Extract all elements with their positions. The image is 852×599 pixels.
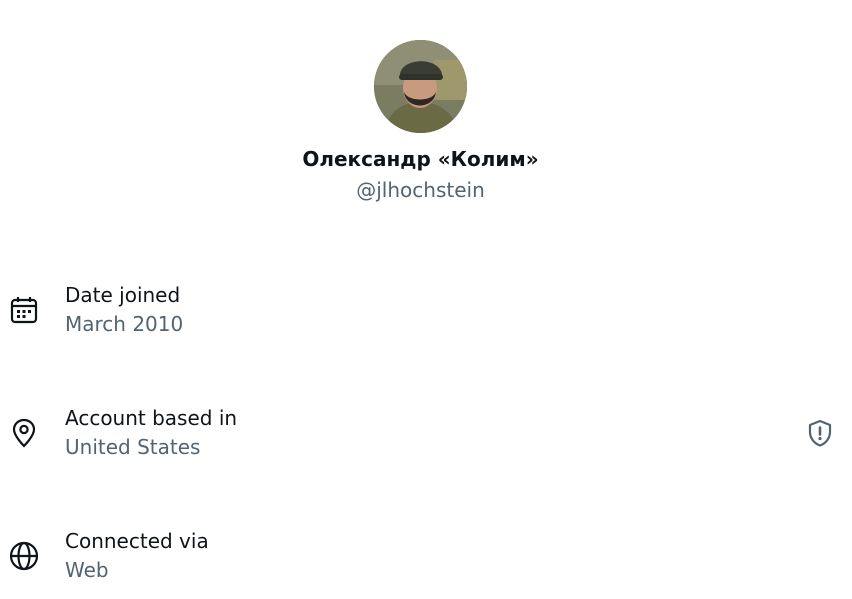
- connected-via-row: Connected via Web: [0, 528, 852, 592]
- date-joined-row: Date joined March 2010: [0, 282, 852, 346]
- display-name: Олександр «Колим»: [302, 147, 539, 171]
- globe-icon: [8, 540, 40, 572]
- avatar-image: [374, 40, 467, 133]
- avatar[interactable]: [374, 40, 467, 133]
- account-based-in-label: Account based in: [65, 406, 238, 430]
- location-pin-icon: [8, 417, 40, 449]
- date-joined-value: March 2010: [65, 312, 184, 336]
- calendar-icon: [8, 294, 40, 326]
- about-account-page: Олександр «Колим» @jlhochstein Date join…: [0, 0, 852, 599]
- date-joined-label: Date joined: [65, 283, 181, 307]
- account-based-in-value: United States: [65, 435, 201, 459]
- username-handle: @jlhochstein: [356, 178, 485, 202]
- shield-alert-icon[interactable]: [803, 416, 837, 450]
- connected-via-value: Web: [65, 558, 109, 582]
- account-based-in-row: Account based in United States: [0, 405, 852, 469]
- connected-via-label: Connected via: [65, 529, 209, 553]
